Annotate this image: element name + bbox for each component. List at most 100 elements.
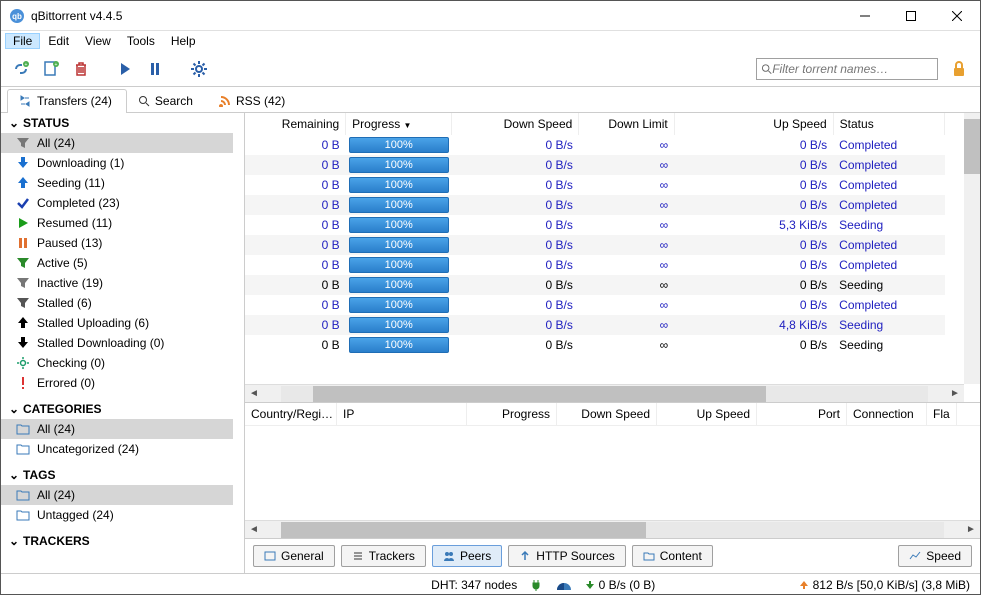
col-progress[interactable]: Progress ▼	[346, 113, 452, 135]
torrent-row[interactable]: 0 B100%0 B/s∞0 B/sCompleted	[245, 295, 945, 315]
speedometer-icon[interactable]	[555, 579, 573, 591]
pcol-up[interactable]: Up Speed	[657, 403, 757, 425]
filter-item[interactable]: Seeding (11)	[1, 173, 233, 193]
filter-item[interactable]: Stalled Uploading (6)	[1, 313, 233, 333]
torrent-list[interactable]: Remaining Progress ▼ Down Speed Down Lim…	[245, 113, 980, 403]
torrent-row[interactable]: 0 B100%0 B/s∞0 B/sSeeding	[245, 275, 945, 295]
col-down-speed[interactable]: Down Speed	[452, 113, 579, 135]
peers-columns[interactable]: Country/Regi… IP Progress Down Speed Up …	[245, 403, 980, 426]
filter-input[interactable]	[772, 62, 933, 76]
section-header[interactable]: ⌄CATEGORIES	[1, 399, 233, 419]
section-header[interactable]: ⌄TRACKERS	[1, 531, 233, 551]
resume-button[interactable]	[113, 57, 137, 81]
close-button[interactable]	[934, 1, 980, 31]
filter-item[interactable]: All (24)	[1, 133, 233, 153]
menu-view[interactable]: View	[77, 33, 119, 49]
tab-transfers-label: Transfers (24)	[37, 94, 112, 108]
filter-item[interactable]: Active (5)	[1, 253, 233, 273]
tag-item[interactable]: All (24)	[1, 485, 233, 505]
torrent-row[interactable]: 0 B100%0 B/s∞5,3 KiB/sSeeding	[245, 215, 945, 235]
torrent-row[interactable]: 0 B100%0 B/s∞4,8 KiB/sSeeding	[245, 315, 945, 335]
funnel-icon	[15, 255, 31, 271]
section-header[interactable]: ⌄STATUS	[1, 113, 233, 133]
filter-item[interactable]: Errored (0)	[1, 373, 233, 393]
search-tab-icon	[138, 95, 150, 107]
pcol-country[interactable]: Country/Regi…	[245, 403, 337, 425]
menu-help[interactable]: Help	[163, 33, 204, 49]
peers-pane: Country/Regi… IP Progress Down Speed Up …	[245, 403, 980, 538]
peers-horizontal-scrollbar[interactable]: ◄►	[245, 520, 980, 538]
dht-status: DHT: 347 nodes	[431, 578, 517, 592]
btab-speed[interactable]: Speed	[898, 545, 972, 567]
filter-input-wrapper[interactable]	[756, 58, 938, 80]
tab-search[interactable]: Search	[127, 89, 208, 112]
tag-item[interactable]: Untagged (24)	[1, 505, 233, 525]
category-item[interactable]: All (24)	[1, 419, 233, 439]
toolbar: + +	[1, 51, 980, 87]
minimize-button[interactable]	[842, 1, 888, 31]
http-icon	[519, 550, 531, 562]
torrent-row[interactable]: 0 B100%0 B/s∞0 B/sCompleted	[245, 195, 945, 215]
pcol-down[interactable]: Down Speed	[557, 403, 657, 425]
section-header[interactable]: ⌄TAGS	[1, 465, 233, 485]
filter-item[interactable]: Checking (0)	[1, 353, 233, 373]
tab-rss-label: RSS (42)	[236, 94, 285, 108]
menu-tools[interactable]: Tools	[119, 33, 163, 49]
btab-http[interactable]: HTTP Sources	[508, 545, 625, 567]
general-icon	[264, 550, 276, 562]
menu-edit[interactable]: Edit	[40, 33, 77, 49]
col-status[interactable]: Status	[833, 113, 944, 135]
folder-icon	[15, 421, 31, 437]
maximize-button[interactable]	[888, 1, 934, 31]
btab-content[interactable]: Content	[632, 545, 713, 567]
col-down-limit[interactable]: Down Limit	[579, 113, 674, 135]
filter-item[interactable]: Stalled Downloading (0)	[1, 333, 233, 353]
down-icon	[15, 155, 31, 171]
pcol-progress[interactable]: Progress	[467, 403, 557, 425]
col-remaining[interactable]: Remaining	[245, 113, 346, 135]
torrent-row[interactable]: 0 B100%0 B/s∞0 B/sCompleted	[245, 135, 945, 155]
horizontal-scrollbar[interactable]: ◄►	[245, 384, 964, 402]
btab-peers[interactable]: Peers	[432, 545, 502, 567]
add-file-button[interactable]: +	[39, 57, 63, 81]
check-icon	[15, 195, 31, 211]
detail-tabs: General Trackers Peers HTTP Sources Cont…	[245, 538, 980, 573]
pause-button[interactable]	[143, 57, 167, 81]
pcol-ip[interactable]: IP	[337, 403, 467, 425]
up-icon	[15, 175, 31, 191]
app-icon: qb	[9, 8, 25, 24]
vertical-scrollbar[interactable]	[964, 113, 980, 384]
pcol-conn[interactable]: Connection	[847, 403, 927, 425]
torrent-row[interactable]: 0 B100%0 B/s∞0 B/sCompleted	[245, 235, 945, 255]
filter-item[interactable]: Completed (23)	[1, 193, 233, 213]
play-icon	[15, 215, 31, 231]
pcol-port[interactable]: Port	[757, 403, 847, 425]
title-bar: qb qBittorrent v4.4.5	[1, 1, 980, 31]
category-item[interactable]: Uncategorized (24)	[1, 439, 233, 459]
btab-general[interactable]: General	[253, 545, 335, 567]
filter-item[interactable]: Stalled (6)	[1, 293, 233, 313]
pcol-flags[interactable]: Fla	[927, 403, 957, 425]
up-icon	[15, 315, 31, 331]
down-arrow-icon	[585, 580, 595, 590]
filter-item[interactable]: Inactive (19)	[1, 273, 233, 293]
sidebar[interactable]: ⌄STATUSAll (24)Downloading (1)Seeding (1…	[1, 113, 245, 573]
filter-item[interactable]: Resumed (11)	[1, 213, 233, 233]
menu-file[interactable]: File	[5, 33, 40, 49]
tab-rss[interactable]: RSS (42)	[208, 89, 300, 112]
col-up-speed[interactable]: Up Speed	[674, 113, 833, 135]
settings-button[interactable]	[187, 57, 211, 81]
torrent-row[interactable]: 0 B100%0 B/s∞0 B/sCompleted	[245, 155, 945, 175]
torrent-row[interactable]: 0 B100%0 B/s∞0 B/sCompleted	[245, 175, 945, 195]
gear-icon	[15, 355, 31, 371]
torrent-row[interactable]: 0 B100%0 B/s∞0 B/sSeeding	[245, 335, 945, 355]
filter-item[interactable]: Paused (13)	[1, 233, 233, 253]
add-link-button[interactable]: +	[9, 57, 33, 81]
delete-button[interactable]	[69, 57, 93, 81]
svg-text:+: +	[25, 62, 28, 68]
filter-item[interactable]: Downloading (1)	[1, 153, 233, 173]
lock-icon[interactable]	[950, 60, 968, 78]
btab-trackers[interactable]: Trackers	[341, 545, 426, 567]
torrent-row[interactable]: 0 B100%0 B/s∞0 B/sCompleted	[245, 255, 945, 275]
tab-transfers[interactable]: Transfers (24)	[7, 89, 127, 113]
